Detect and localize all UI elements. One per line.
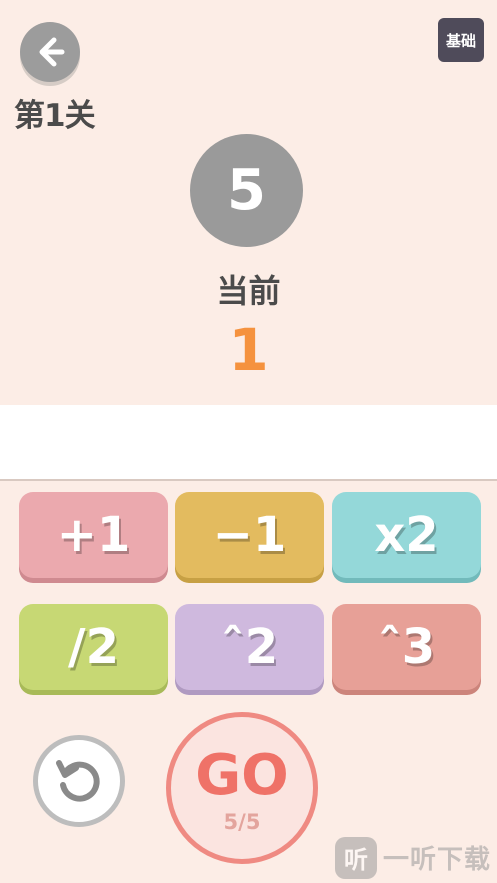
op-minus-one-button[interactable]: −1 [175,492,324,578]
watermark-text: 一听下载 [383,845,492,875]
go-label: GO [195,743,289,808]
current-value: 1 [228,316,269,384]
watermark-logo-icon: 听 [335,836,377,879]
reset-icon [56,760,100,802]
current-label: 当前 [216,272,281,310]
mode-button[interactable]: 基础 [438,18,484,62]
op-times-two-button[interactable]: x2 [332,492,481,578]
op-divide-two-button[interactable]: /2 [19,604,168,690]
go-button[interactable]: GO 5/5 [166,712,318,864]
arrow-left-icon [39,37,65,67]
op-square-button[interactable]: ˆ2 [175,604,324,690]
op-plus-one-button[interactable]: +1 [19,492,168,578]
reset-button[interactable] [33,735,125,827]
watermark: 听 一听下载 [335,832,497,883]
target-number: 5 [190,134,303,247]
op-cube-button[interactable]: ˆ3 [332,604,481,690]
back-button[interactable] [20,22,80,82]
moves-remaining: 5/5 [223,810,261,834]
expression-display [0,405,497,481]
level-title: 第1关 [14,98,96,134]
